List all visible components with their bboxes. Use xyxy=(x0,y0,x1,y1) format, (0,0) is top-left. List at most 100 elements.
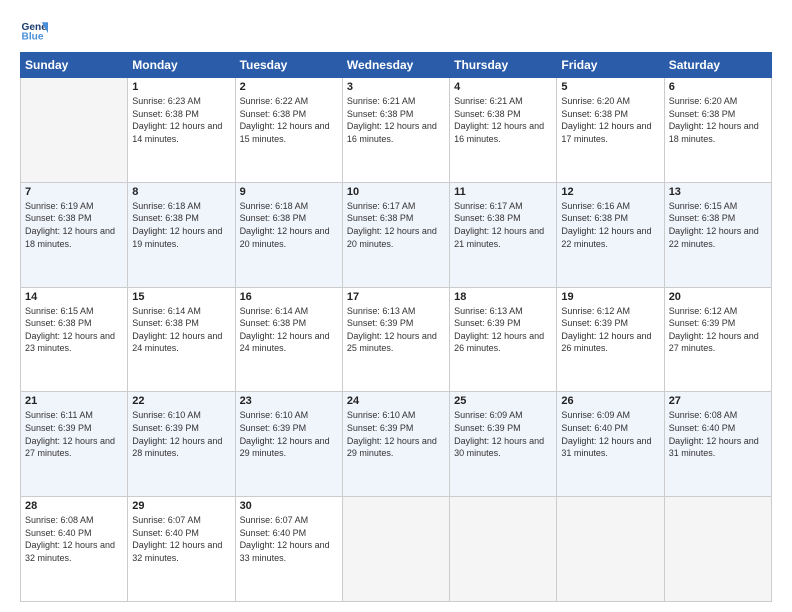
calendar-day-cell: 11 Sunrise: 6:17 AMSunset: 6:38 PMDayligh… xyxy=(450,182,557,287)
calendar-day-cell: 13 Sunrise: 6:15 AMSunset: 6:38 PMDayligh… xyxy=(664,182,771,287)
calendar-day-cell xyxy=(450,497,557,602)
day-number: 4 xyxy=(454,81,552,93)
day-number: 15 xyxy=(132,291,230,303)
day-number: 30 xyxy=(240,500,338,512)
day-number: 23 xyxy=(240,395,338,407)
calendar-day-cell: 17Sunrise: 6:13 AMSunset: 6:39 PMDayligh… xyxy=(342,287,449,392)
day-of-week-header: Sunday xyxy=(21,53,128,78)
day-info: Sunrise: 6:09 AMSunset: 6:40 PMDaylight:… xyxy=(561,409,659,459)
day-number: 10 xyxy=(347,186,445,198)
calendar-day-cell: 22 Sunrise: 6:10 AMSunset: 6:39 PMDayligh… xyxy=(128,392,235,497)
day-info: Sunrise: 6:15 AMSunset: 6:38 PMDaylight:… xyxy=(669,200,767,250)
day-info: Sunrise: 6:17 AMSunset: 6:38 PMDaylight:… xyxy=(454,200,552,250)
day-number: 18 xyxy=(454,291,552,303)
calendar-day-cell: 18 Sunrise: 6:13 AMSunset: 6:39 PMDayligh… xyxy=(450,287,557,392)
day-info: Sunrise: 6:22 AMSunset: 6:38 PMDaylight:… xyxy=(240,95,338,145)
day-number: 9 xyxy=(240,186,338,198)
calendar-day-cell: 21 Sunrise: 6:11 AMSunset: 6:39 PMDayligh… xyxy=(21,392,128,497)
day-info: Sunrise: 6:10 AMSunset: 6:39 PMDaylight:… xyxy=(132,409,230,459)
calendar-day-cell: 25 Sunrise: 6:09 AMSunset: 6:39 PMDayligh… xyxy=(450,392,557,497)
day-info: Sunrise: 6:15 AMSunset: 6:38 PMDaylight:… xyxy=(25,305,123,355)
calendar-day-cell: 16 Sunrise: 6:14 AMSunset: 6:38 PMDayligh… xyxy=(235,287,342,392)
day-info: Sunrise: 6:16 AMSunset: 6:38 PMDaylight:… xyxy=(561,200,659,250)
calendar-day-cell xyxy=(664,497,771,602)
calendar-day-cell: 10 Sunrise: 6:17 AMSunset: 6:38 PMDayligh… xyxy=(342,182,449,287)
calendar-day-cell: 30 Sunrise: 6:07 AMSunset: 6:40 PMDayligh… xyxy=(235,497,342,602)
calendar-week-row: 14 Sunrise: 6:15 AMSunset: 6:38 PMDayligh… xyxy=(21,287,772,392)
logo-icon: General Blue xyxy=(20,16,48,44)
calendar-week-row: 21 Sunrise: 6:11 AMSunset: 6:39 PMDayligh… xyxy=(21,392,772,497)
calendar-day-cell xyxy=(21,78,128,183)
day-info: Sunrise: 6:18 AMSunset: 6:38 PMDaylight:… xyxy=(240,200,338,250)
day-number: 29 xyxy=(132,500,230,512)
day-number: 22 xyxy=(132,395,230,407)
day-number: 5 xyxy=(561,81,659,93)
day-of-week-header: Monday xyxy=(128,53,235,78)
day-info: Sunrise: 6:21 AMSunset: 6:38 PMDaylight:… xyxy=(347,95,445,145)
day-number: 11 xyxy=(454,186,552,198)
calendar-day-cell: 5 Sunrise: 6:20 AMSunset: 6:38 PMDaylight… xyxy=(557,78,664,183)
day-number: 24 xyxy=(347,395,445,407)
day-info: Sunrise: 6:12 AMSunset: 6:39 PMDaylight:… xyxy=(669,305,767,355)
day-number: 26 xyxy=(561,395,659,407)
day-info: Sunrise: 6:20 AMSunset: 6:38 PMDaylight:… xyxy=(669,95,767,145)
calendar-day-cell: 7 Sunrise: 6:19 AMSunset: 6:38 PMDaylight… xyxy=(21,182,128,287)
day-number: 28 xyxy=(25,500,123,512)
day-info: Sunrise: 6:23 AMSunset: 6:38 PMDaylight:… xyxy=(132,95,230,145)
calendar-day-cell: 23 Sunrise: 6:10 AMSunset: 6:39 PMDayligh… xyxy=(235,392,342,497)
day-number: 12 xyxy=(561,186,659,198)
day-info: Sunrise: 6:19 AMSunset: 6:38 PMDaylight:… xyxy=(25,200,123,250)
calendar-week-row: 1Sunrise: 6:23 AMSunset: 6:38 PMDaylight… xyxy=(21,78,772,183)
day-number: 2 xyxy=(240,81,338,93)
day-info: Sunrise: 6:11 AMSunset: 6:39 PMDaylight:… xyxy=(25,409,123,459)
day-info: Sunrise: 6:09 AMSunset: 6:39 PMDaylight:… xyxy=(454,409,552,459)
calendar-day-cell: 15Sunrise: 6:14 AMSunset: 6:38 PMDayligh… xyxy=(128,287,235,392)
calendar-day-cell: 8Sunrise: 6:18 AMSunset: 6:38 PMDaylight… xyxy=(128,182,235,287)
calendar-day-cell: 14 Sunrise: 6:15 AMSunset: 6:38 PMDayligh… xyxy=(21,287,128,392)
day-info: Sunrise: 6:08 AMSunset: 6:40 PMDaylight:… xyxy=(25,514,123,564)
day-info: Sunrise: 6:10 AMSunset: 6:39 PMDaylight:… xyxy=(347,409,445,459)
calendar-header-row: SundayMondayTuesdayWednesdayThursdayFrid… xyxy=(21,53,772,78)
header: General Blue xyxy=(20,16,772,44)
calendar-week-row: 7 Sunrise: 6:19 AMSunset: 6:38 PMDaylight… xyxy=(21,182,772,287)
calendar-day-cell: 19Sunrise: 6:12 AMSunset: 6:39 PMDayligh… xyxy=(557,287,664,392)
calendar-day-cell: 24 Sunrise: 6:10 AMSunset: 6:39 PMDayligh… xyxy=(342,392,449,497)
day-info: Sunrise: 6:18 AMSunset: 6:38 PMDaylight:… xyxy=(132,200,230,250)
calendar-day-cell: 3 Sunrise: 6:21 AMSunset: 6:38 PMDaylight… xyxy=(342,78,449,183)
calendar-day-cell: 27 Sunrise: 6:08 AMSunset: 6:40 PMDayligh… xyxy=(664,392,771,497)
day-number: 16 xyxy=(240,291,338,303)
day-number: 21 xyxy=(25,395,123,407)
calendar-day-cell: 26 Sunrise: 6:09 AMSunset: 6:40 PMDayligh… xyxy=(557,392,664,497)
day-info: Sunrise: 6:07 AMSunset: 6:40 PMDaylight:… xyxy=(132,514,230,564)
day-number: 27 xyxy=(669,395,767,407)
day-number: 19 xyxy=(561,291,659,303)
day-info: Sunrise: 6:13 AMSunset: 6:39 PMDaylight:… xyxy=(454,305,552,355)
calendar-day-cell xyxy=(557,497,664,602)
day-number: 3 xyxy=(347,81,445,93)
calendar-day-cell: 28 Sunrise: 6:08 AMSunset: 6:40 PMDayligh… xyxy=(21,497,128,602)
day-number: 13 xyxy=(669,186,767,198)
day-info: Sunrise: 6:07 AMSunset: 6:40 PMDaylight:… xyxy=(240,514,338,564)
day-info: Sunrise: 6:08 AMSunset: 6:40 PMDaylight:… xyxy=(669,409,767,459)
calendar-day-cell: 29 Sunrise: 6:07 AMSunset: 6:40 PMDayligh… xyxy=(128,497,235,602)
calendar-day-cell: 4Sunrise: 6:21 AMSunset: 6:38 PMDaylight… xyxy=(450,78,557,183)
page: General Blue SundayMondayTuesdayWednesda… xyxy=(0,0,792,612)
day-info: Sunrise: 6:10 AMSunset: 6:39 PMDaylight:… xyxy=(240,409,338,459)
day-info: Sunrise: 6:13 AMSunset: 6:39 PMDaylight:… xyxy=(347,305,445,355)
day-number: 6 xyxy=(669,81,767,93)
day-of-week-header: Wednesday xyxy=(342,53,449,78)
day-number: 7 xyxy=(25,186,123,198)
day-number: 25 xyxy=(454,395,552,407)
day-number: 14 xyxy=(25,291,123,303)
calendar-day-cell: 1Sunrise: 6:23 AMSunset: 6:38 PMDaylight… xyxy=(128,78,235,183)
day-info: Sunrise: 6:17 AMSunset: 6:38 PMDaylight:… xyxy=(347,200,445,250)
day-info: Sunrise: 6:14 AMSunset: 6:38 PMDaylight:… xyxy=(240,305,338,355)
day-of-week-header: Friday xyxy=(557,53,664,78)
svg-text:Blue: Blue xyxy=(22,31,44,42)
day-of-week-header: Tuesday xyxy=(235,53,342,78)
day-info: Sunrise: 6:20 AMSunset: 6:38 PMDaylight:… xyxy=(561,95,659,145)
calendar-day-cell: 2 Sunrise: 6:22 AMSunset: 6:38 PMDaylight… xyxy=(235,78,342,183)
logo: General Blue xyxy=(20,16,52,44)
calendar-day-cell xyxy=(342,497,449,602)
calendar-table: SundayMondayTuesdayWednesdayThursdayFrid… xyxy=(20,52,772,602)
